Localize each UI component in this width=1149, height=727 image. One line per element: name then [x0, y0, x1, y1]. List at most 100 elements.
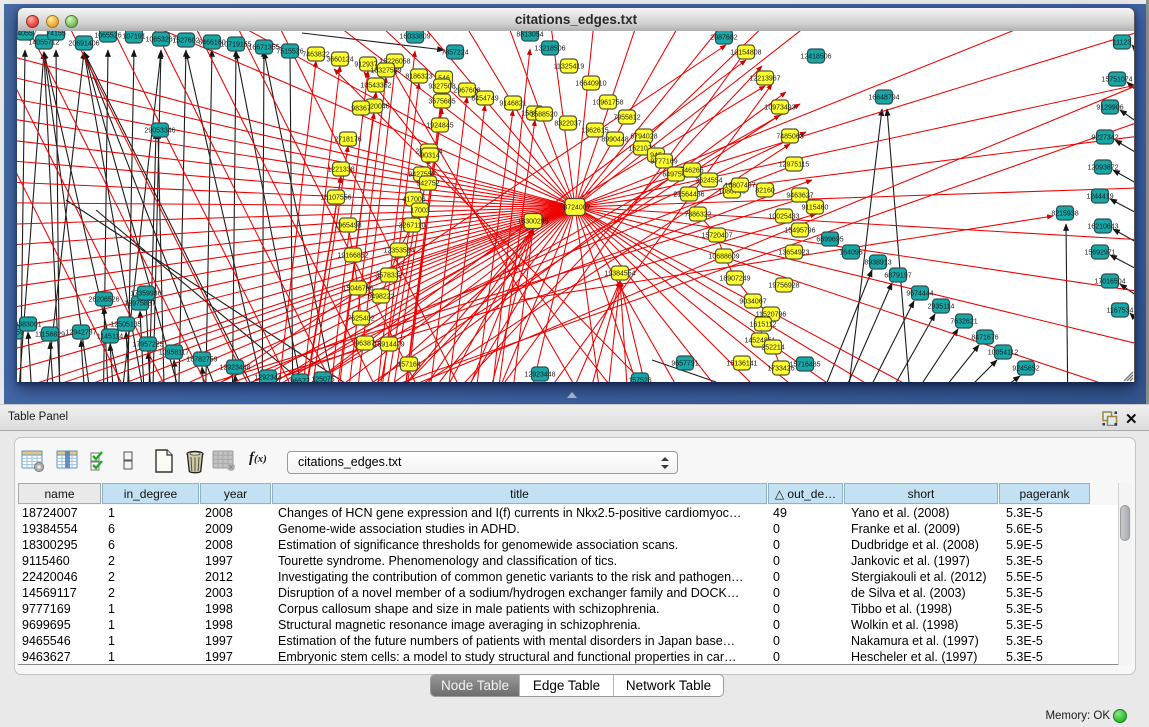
svg-text:1924845: 1924845 — [426, 122, 453, 129]
svg-text:10688609: 10688609 — [708, 253, 739, 260]
svg-text:7357224: 7357224 — [441, 49, 468, 56]
svg-text:9327508: 9327508 — [428, 83, 455, 90]
svg-text:16648794: 16648794 — [868, 94, 899, 101]
svg-text:12093872: 12093872 — [1087, 164, 1118, 171]
svg-text:7625402: 7625402 — [347, 315, 374, 322]
svg-text:3267110: 3267110 — [399, 222, 426, 229]
svg-text:10958117: 10958117 — [159, 349, 190, 356]
svg-text:9227342: 9227342 — [1091, 134, 1118, 141]
svg-text:15751074: 15751074 — [1101, 76, 1132, 83]
svg-text:1145114: 1145114 — [97, 333, 123, 340]
svg-text:1965498: 1965498 — [334, 222, 361, 229]
svg-text:9657791: 9657791 — [671, 360, 698, 367]
svg-text:164095: 164095 — [839, 249, 862, 256]
svg-text:10025433: 10025433 — [768, 213, 799, 220]
svg-text:8471676: 8471676 — [971, 334, 998, 341]
svg-text:9129906: 9129906 — [1096, 104, 1123, 111]
svg-text:8454749: 8454749 — [471, 95, 498, 102]
svg-text:10975887: 10975887 — [124, 300, 155, 307]
svg-text:26206526: 26206526 — [88, 296, 119, 303]
svg-text:15692971: 15692971 — [1084, 249, 1115, 256]
svg-text:17003: 17003 — [410, 207, 430, 214]
svg-text:3624554: 3624554 — [695, 177, 722, 184]
svg-text:6794028: 6794028 — [630, 133, 657, 140]
svg-text:96577: 96577 — [290, 378, 310, 382]
svg-text:16107556: 16107556 — [320, 194, 351, 201]
svg-text:10973493: 10973493 — [764, 104, 795, 111]
svg-text:11325419: 11325419 — [554, 63, 585, 70]
svg-text:3660124: 3660124 — [326, 56, 353, 63]
svg-text:15914479: 15914479 — [373, 341, 404, 348]
svg-text:12942737: 12942737 — [65, 329, 96, 336]
svg-text:82160: 82160 — [755, 187, 775, 194]
svg-text:8938913: 8938913 — [864, 259, 891, 266]
svg-text:942752: 942752 — [416, 180, 439, 187]
svg-text:19384554: 19384554 — [604, 270, 635, 277]
svg-text:10543362: 10543362 — [360, 82, 391, 89]
svg-text:29053346: 29053346 — [144, 127, 175, 134]
svg-text:1615112: 1615112 — [750, 321, 777, 328]
svg-text:1527602: 1527602 — [172, 37, 199, 44]
svg-text:9463627: 9463627 — [786, 192, 813, 199]
svg-text:12418506: 12418506 — [800, 53, 831, 60]
svg-text:12353594: 12353594 — [383, 247, 414, 254]
svg-text:17016504: 17016504 — [1094, 278, 1125, 285]
svg-text:13218506: 13218506 — [534, 45, 565, 52]
svg-text:157164: 157164 — [397, 361, 420, 368]
svg-text:15720407: 15720407 — [701, 232, 732, 239]
svg-text:11156829: 11156829 — [35, 331, 65, 338]
svg-text:10154808: 10154808 — [730, 49, 761, 56]
svg-text:15495796: 15495796 — [784, 227, 815, 234]
svg-text:7955812: 7955812 — [613, 114, 640, 121]
svg-text:8186323: 8186323 — [405, 73, 432, 80]
svg-text:98367: 98367 — [351, 105, 371, 112]
svg-text:2087682: 2087682 — [710, 34, 737, 41]
svg-text:16671355: 16671355 — [248, 44, 279, 51]
svg-text:19166852: 19166852 — [337, 252, 368, 259]
svg-text:10054112: 10054112 — [988, 349, 1019, 356]
svg-text:18300295: 18300295 — [517, 218, 548, 225]
svg-text:8990448: 8990448 — [601, 136, 628, 143]
svg-text:8813054: 8813054 — [516, 31, 543, 38]
svg-text:20691406: 20691406 — [68, 40, 99, 47]
svg-text:9674444: 9674444 — [906, 290, 933, 297]
svg-text:125075: 125075 — [311, 376, 334, 382]
svg-text:9383001: 9383001 — [17, 321, 42, 328]
svg-text:12975115: 12975115 — [779, 161, 810, 168]
svg-text:15046786: 15046786 — [342, 285, 373, 292]
svg-text:252214: 252214 — [761, 344, 784, 351]
svg-text:12923448: 12923448 — [524, 371, 555, 378]
svg-text:12213967: 12213967 — [749, 75, 780, 82]
svg-text:18724007: 18724007 — [559, 204, 590, 211]
svg-text:107191: 107191 — [122, 33, 145, 40]
svg-text:17957225: 17957225 — [132, 341, 163, 348]
svg-text:13654923: 13654923 — [778, 249, 809, 256]
svg-text:7485063: 7485063 — [776, 133, 803, 140]
svg-text:17359936: 17359936 — [130, 290, 161, 297]
svg-text:1167534: 1167534 — [1107, 307, 1134, 314]
svg-text:10807487: 10807487 — [724, 182, 755, 189]
svg-text:74155: 74155 — [46, 31, 66, 37]
svg-text:440557: 440557 — [17, 31, 37, 37]
svg-text:417006: 417006 — [402, 196, 425, 203]
svg-text:7632621: 7632621 — [950, 318, 977, 325]
svg-text:16033809: 16033809 — [399, 33, 430, 40]
svg-text:16782759: 16782759 — [186, 356, 217, 363]
svg-text:12923448: 12923448 — [219, 364, 250, 371]
svg-text:10719155: 10719155 — [220, 41, 251, 48]
svg-text:10961758: 10961758 — [592, 99, 623, 106]
svg-text:9777169: 9777169 — [650, 158, 677, 165]
svg-text:1292344: 1292344 — [254, 374, 281, 381]
svg-text:1244419: 1244419 — [1086, 193, 1113, 200]
svg-text:6899695: 6899695 — [816, 236, 843, 243]
svg-text:13327509: 13327509 — [370, 67, 401, 74]
svg-text:16640910: 16640910 — [575, 80, 606, 87]
svg-text:5498222: 5498222 — [367, 293, 394, 300]
svg-text:21564436: 21564436 — [673, 191, 704, 198]
svg-text:6879197: 6879197 — [884, 272, 911, 279]
svg-text:1733426: 1733426 — [767, 365, 794, 372]
svg-text:11123: 11123 — [1113, 39, 1132, 46]
svg-text:90314: 90314 — [420, 152, 440, 159]
svg-text:2935114: 2935114 — [928, 303, 955, 310]
svg-text:8215938: 8215938 — [1051, 210, 1078, 217]
